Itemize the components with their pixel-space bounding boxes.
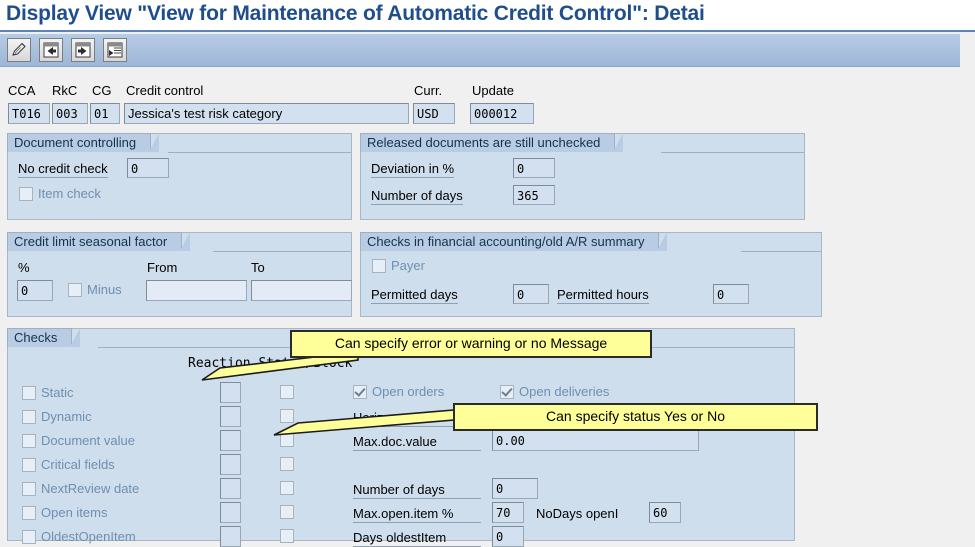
open-items-label: Open items (41, 505, 108, 520)
released-documents-group: Released documents are still unchecked D… (360, 133, 805, 220)
max-open-item-percent-label: Max.open.item % (353, 505, 481, 523)
seasonal-percent-label: % (18, 260, 30, 275)
days-oldest-item-field[interactable]: 0 (492, 526, 524, 547)
seasonal-factor-title: Credit limit seasonal factor (7, 232, 191, 251)
seasonal-factor-group: Credit limit seasonal factor % From To 0… (7, 232, 352, 317)
pencil-icon (10, 41, 28, 59)
next-entry-button[interactable] (71, 38, 95, 62)
days-oldest-item-label: Days oldestItem (353, 529, 481, 547)
released-documents-title: Released documents are still unchecked (360, 133, 624, 152)
label-cca: CCA (8, 83, 36, 98)
seasonal-percent-field[interactable]: 0 (17, 280, 53, 301)
label-rkc: RkC (52, 83, 78, 98)
no-credit-check-field[interactable]: 0 (127, 158, 169, 178)
dynamic-reaction-field[interactable] (220, 406, 241, 427)
oldestopenitem-checkbox[interactable] (22, 530, 36, 544)
permitted-hours-field[interactable]: 0 (713, 284, 749, 304)
open-deliveries-label: Open deliveries (519, 384, 610, 399)
application-toolbar (0, 34, 960, 67)
nextreview-date-block-checkbox[interactable] (280, 481, 294, 495)
open-items-block-checkbox[interactable] (280, 505, 294, 519)
static-label: Static (41, 385, 74, 400)
window-title-bar: Display View "View for Maintenance of Au… (0, 0, 975, 32)
seasonal-from-label: From (147, 260, 178, 275)
open-deliveries-checkbox[interactable] (500, 385, 514, 399)
critical-fields-reaction-field[interactable] (220, 454, 241, 475)
nodays-openi-field[interactable]: 60 (649, 502, 681, 523)
permitted-days-label: Permitted days (371, 287, 458, 304)
checks-number-of-days-field[interactable]: 0 (492, 478, 538, 499)
label-update: Update (472, 83, 514, 98)
display-change-button[interactable] (7, 38, 31, 62)
max-doc-value-field[interactable]: 0.00 (492, 430, 699, 451)
other-entry-button[interactable] (103, 38, 127, 62)
payer-checkbox[interactable] (372, 259, 386, 273)
critical-fields-checkbox[interactable] (22, 458, 36, 472)
seasonal-from-field[interactable] (146, 280, 247, 301)
dynamic-label: Dynamic (41, 409, 92, 424)
arrow-left-box-icon (42, 41, 60, 59)
checks-number-of-days-label: Number of days (353, 481, 481, 499)
page-title: Display View "View for Maintenance of Au… (6, 2, 705, 25)
released-number-of-days-field[interactable]: 365 (513, 185, 555, 205)
seasonal-to-label: To (251, 260, 265, 275)
nodays-openi-label: NoDays openI (536, 506, 619, 521)
arrow-right-box-icon (74, 41, 92, 59)
nextreview-date-reaction-field[interactable] (220, 478, 241, 499)
minus-checkbox[interactable] (68, 283, 82, 297)
static-reaction-field[interactable] (220, 382, 241, 403)
update-field[interactable]: 000012 (470, 103, 534, 124)
callout-status-yes-no: Can specify status Yes or No (453, 403, 818, 431)
cca-field[interactable]: T016 (8, 103, 50, 124)
financial-checks-title: Checks in financial accounting/old A/R s… (360, 232, 668, 251)
open-orders-checkbox[interactable] (353, 385, 367, 399)
deviation-percent-label: Deviation in % (371, 161, 455, 178)
seasonal-to-field[interactable] (251, 280, 352, 301)
dynamic-checkbox[interactable] (22, 410, 36, 424)
nextreview-date-checkbox[interactable] (22, 482, 36, 496)
label-cg: CG (92, 83, 112, 98)
critical-fields-block-checkbox[interactable] (280, 457, 294, 471)
item-check-checkbox[interactable] (19, 187, 33, 201)
nextreview-date-label: NextReview date (41, 481, 140, 496)
label-currency: Curr. (414, 83, 443, 98)
oldestopenitem-label: OldestOpenItem (41, 529, 136, 544)
minus-label: Minus (87, 282, 122, 297)
document-value-checkbox[interactable] (22, 434, 36, 448)
document-controlling-title: Document controlling (7, 133, 160, 152)
financial-checks-group: Checks in financial accounting/old A/R s… (360, 232, 822, 317)
label-credit-control: Credit control (126, 83, 204, 98)
no-credit-check-label: No credit check (18, 161, 108, 178)
max-open-item-percent-field[interactable]: 70 (492, 502, 524, 523)
callout-status-yes-no-tail (273, 408, 467, 436)
item-check-label: Item check (38, 186, 101, 201)
permitted-days-field[interactable]: 0 (513, 284, 549, 304)
open-orders-label: Open orders (372, 384, 445, 399)
deviation-percent-field[interactable]: 0 (513, 158, 555, 178)
critical-fields-label: Critical fields (41, 457, 115, 472)
open-items-reaction-field[interactable] (220, 502, 241, 523)
oldestopenitem-reaction-field[interactable] (220, 526, 241, 547)
credit-group-field[interactable]: 01 (90, 103, 120, 124)
permitted-hours-label: Permitted hours (557, 287, 649, 304)
document-value-label: Document value (41, 433, 135, 448)
document-controlling-group: Document controlling No credit check 0 I… (7, 133, 352, 220)
credit-control-description-field[interactable]: Jessica's test risk category (124, 103, 409, 124)
document-value-reaction-field[interactable] (220, 430, 241, 451)
callout-error-warning: Can specify error or warning or no Messa… (290, 330, 652, 358)
payer-label: Payer (391, 258, 425, 273)
checks-title: Checks (7, 328, 81, 347)
currency-field[interactable]: USD (413, 103, 455, 124)
risk-category-field[interactable]: 003 (52, 103, 88, 124)
released-number-of-days-label: Number of days (371, 188, 463, 205)
static-checkbox[interactable] (22, 386, 36, 400)
previous-entry-button[interactable] (39, 38, 63, 62)
static-block-checkbox[interactable] (280, 385, 294, 399)
document-select-icon (106, 41, 124, 59)
open-items-checkbox[interactable] (22, 506, 36, 520)
